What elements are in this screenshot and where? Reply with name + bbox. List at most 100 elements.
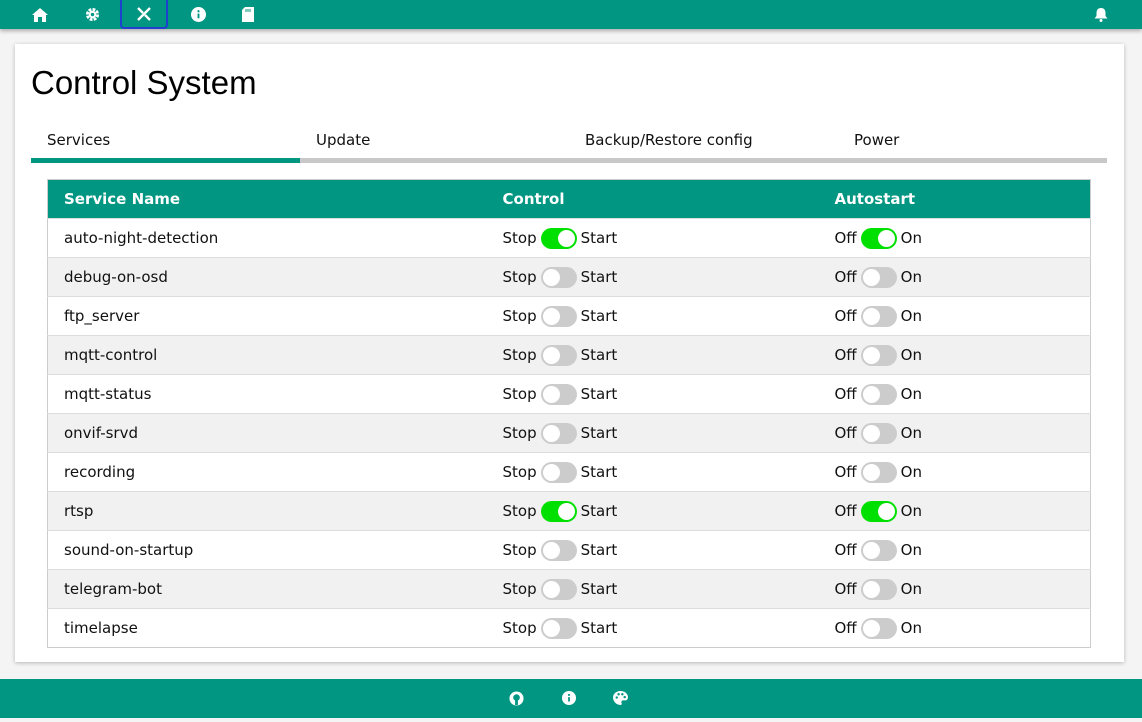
control-toggle[interactable] bbox=[540, 539, 577, 561]
control-toggle[interactable] bbox=[540, 383, 577, 405]
info-icon[interactable] bbox=[562, 691, 576, 705]
tools-icon[interactable] bbox=[120, 0, 168, 29]
stop-label: Stop bbox=[502, 423, 537, 442]
control-toggle[interactable] bbox=[540, 344, 577, 366]
stop-label: Stop bbox=[502, 501, 537, 520]
footer bbox=[0, 679, 1142, 718]
autostart-cell: Off On bbox=[818, 374, 1091, 414]
table-row: debug-on-osd Stop Start Off On bbox=[47, 257, 1091, 297]
service-name: debug-on-osd bbox=[47, 257, 487, 297]
control-system-card: Control System Services Update Backup/Re… bbox=[15, 44, 1124, 662]
top-nav bbox=[0, 0, 1142, 29]
start-label: Start bbox=[580, 384, 618, 403]
control-cell: Stop Start bbox=[486, 569, 819, 609]
control-cell: Stop Start bbox=[486, 296, 819, 336]
autostart-cell: Off On bbox=[818, 452, 1091, 492]
off-label: Off bbox=[834, 501, 857, 520]
active-tab-indicator bbox=[31, 158, 300, 163]
github-icon[interactable] bbox=[509, 691, 524, 706]
autostart-cell: Off On bbox=[818, 296, 1091, 336]
control-toggle[interactable] bbox=[540, 578, 577, 600]
page-title: Control System bbox=[31, 64, 257, 101]
table-row: mqtt-control Stop Start Off On bbox=[47, 335, 1091, 375]
service-name: rtsp bbox=[47, 491, 487, 531]
control-cell: Stop Start bbox=[486, 608, 819, 648]
autostart-toggle[interactable] bbox=[860, 617, 897, 639]
start-label: Start bbox=[580, 540, 618, 559]
autostart-toggle[interactable] bbox=[860, 266, 897, 288]
off-label: Off bbox=[834, 462, 857, 481]
on-label: On bbox=[900, 501, 922, 520]
on-label: On bbox=[900, 579, 922, 598]
autostart-cell: Off On bbox=[818, 218, 1091, 258]
table-row: telegram-bot Stop Start Off On bbox=[47, 569, 1091, 609]
service-name: sound-on-startup bbox=[47, 530, 487, 570]
stop-label: Stop bbox=[502, 228, 537, 247]
control-cell: Stop Start bbox=[486, 452, 819, 492]
autostart-toggle[interactable] bbox=[860, 227, 897, 249]
stop-label: Stop bbox=[502, 345, 537, 364]
tab-services[interactable]: Services bbox=[47, 131, 110, 149]
control-toggle[interactable] bbox=[540, 461, 577, 483]
autostart-toggle[interactable] bbox=[860, 578, 897, 600]
tab-bar: Services Update Backup/Restore config Po… bbox=[31, 129, 1107, 163]
stop-label: Stop bbox=[502, 618, 537, 637]
autostart-toggle[interactable] bbox=[860, 383, 897, 405]
palette-icon[interactable] bbox=[613, 691, 628, 705]
info-icon[interactable] bbox=[174, 0, 222, 29]
autostart-toggle[interactable] bbox=[860, 461, 897, 483]
sd-card-icon[interactable] bbox=[224, 0, 272, 29]
control-toggle[interactable] bbox=[540, 422, 577, 444]
stop-label: Stop bbox=[502, 267, 537, 286]
tab-update[interactable]: Update bbox=[316, 131, 370, 149]
autostart-toggle[interactable] bbox=[860, 539, 897, 561]
control-toggle[interactable] bbox=[540, 266, 577, 288]
control-toggle[interactable] bbox=[540, 305, 577, 327]
off-label: Off bbox=[834, 228, 857, 247]
control-cell: Stop Start bbox=[486, 491, 819, 531]
table-row: rtsp Stop Start Off On bbox=[47, 491, 1091, 531]
table-row: mqtt-status Stop Start Off On bbox=[47, 374, 1091, 414]
control-cell: Stop Start bbox=[486, 413, 819, 453]
tab-power[interactable]: Power bbox=[854, 131, 899, 149]
table-row: timelapse Stop Start Off On bbox=[47, 608, 1091, 648]
table-row: recording Stop Start Off On bbox=[47, 452, 1091, 492]
on-label: On bbox=[900, 462, 922, 481]
start-label: Start bbox=[580, 501, 618, 520]
home-icon[interactable] bbox=[16, 0, 64, 29]
header-service-name: Service Name bbox=[47, 179, 487, 219]
header-control: Control bbox=[486, 179, 819, 219]
on-label: On bbox=[900, 345, 922, 364]
service-name: auto-night-detection bbox=[47, 218, 487, 258]
autostart-toggle[interactable] bbox=[860, 422, 897, 444]
off-label: Off bbox=[834, 423, 857, 442]
service-name: telegram-bot bbox=[47, 569, 487, 609]
autostart-cell: Off On bbox=[818, 569, 1091, 609]
control-cell: Stop Start bbox=[486, 335, 819, 375]
bell-icon[interactable] bbox=[1077, 0, 1125, 29]
start-label: Start bbox=[580, 462, 618, 481]
on-label: On bbox=[900, 423, 922, 442]
service-name: mqtt-control bbox=[47, 335, 487, 375]
stop-label: Stop bbox=[502, 384, 537, 403]
stop-label: Stop bbox=[502, 540, 537, 559]
header-autostart: Autostart bbox=[818, 179, 1091, 219]
control-toggle[interactable] bbox=[540, 617, 577, 639]
control-toggle[interactable] bbox=[540, 500, 577, 522]
on-label: On bbox=[900, 540, 922, 559]
off-label: Off bbox=[834, 306, 857, 325]
on-label: On bbox=[900, 618, 922, 637]
gear-icon[interactable] bbox=[68, 0, 116, 29]
table-row: sound-on-startup Stop Start Off On bbox=[47, 530, 1091, 570]
autostart-cell: Off On bbox=[818, 608, 1091, 648]
tab-backup-restore[interactable]: Backup/Restore config bbox=[585, 131, 753, 149]
autostart-toggle[interactable] bbox=[860, 500, 897, 522]
autostart-cell: Off On bbox=[818, 530, 1091, 570]
control-toggle[interactable] bbox=[540, 227, 577, 249]
off-label: Off bbox=[834, 267, 857, 286]
autostart-toggle[interactable] bbox=[860, 305, 897, 327]
service-name: onvif-srvd bbox=[47, 413, 487, 453]
on-label: On bbox=[900, 267, 922, 286]
autostart-toggle[interactable] bbox=[860, 344, 897, 366]
service-name: timelapse bbox=[47, 608, 487, 648]
